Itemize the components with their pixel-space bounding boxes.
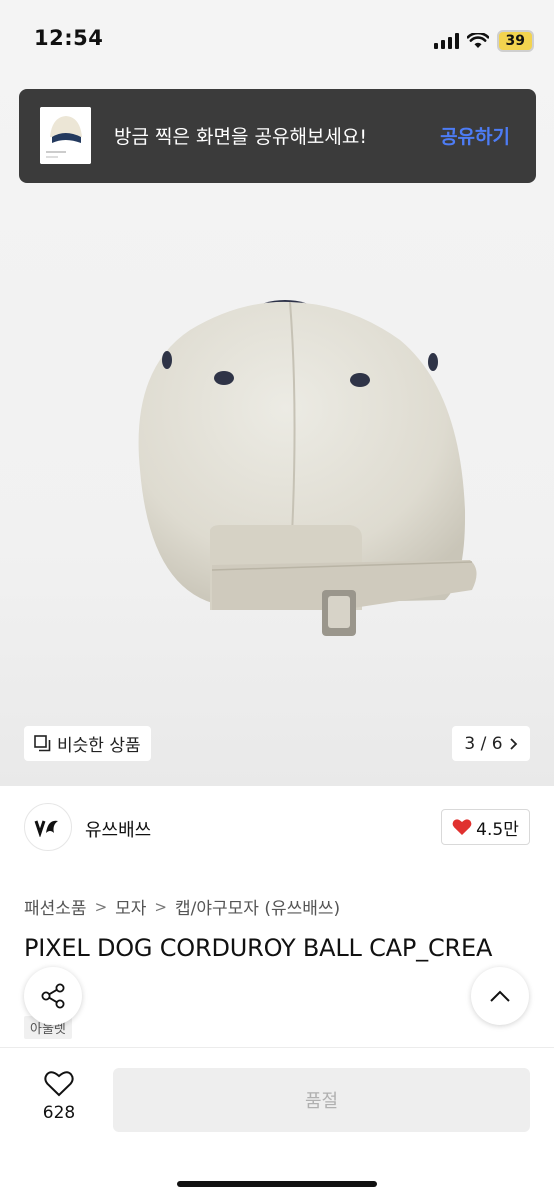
- seller-row: 유쓰배쓰 4.5만: [24, 803, 530, 851]
- product-image: [138, 300, 477, 636]
- status-bar: 12:54 39: [0, 0, 554, 80]
- product-gallery[interactable]: 12:54 39 방금 찍은 화면을 공유해보세요! 공유하기 비슷한 상품 3…: [0, 0, 554, 786]
- similar-products-label: 비슷한 상품: [57, 736, 141, 756]
- wish-button[interactable]: 628: [36, 1070, 82, 1123]
- chevron-right-icon: >: [94, 897, 108, 916]
- chevron-right-icon: >: [154, 897, 167, 916]
- heart-outline-icon: [44, 1071, 74, 1097]
- product-title: PIXEL DOG CORDUROY BALL CAP_CREA: [24, 934, 493, 962]
- status-time: 12:54: [34, 26, 104, 50]
- share-button[interactable]: [24, 967, 82, 1025]
- bottom-action-bar: 628 품절: [0, 1047, 554, 1200]
- seller-logo-icon: [34, 820, 58, 837]
- breadcrumb-item[interactable]: 캡/야구모자 (유쓰배쓰): [175, 894, 340, 919]
- seller-like-count: 4.5만: [476, 819, 519, 840]
- scroll-top-button[interactable]: [471, 967, 529, 1025]
- chevron-right-icon: [509, 737, 517, 750]
- status-indicators: 39: [433, 30, 534, 52]
- product-title-container: PIXEL DOG CORDUROY BALL CAP_CREA: [0, 930, 554, 970]
- share-now-button[interactable]: 공유하기: [440, 122, 510, 149]
- breadcrumb-item[interactable]: 모자: [115, 894, 146, 919]
- breadcrumb-item[interactable]: 패션소품: [24, 894, 87, 919]
- similar-products-button[interactable]: 비슷한 상품: [24, 726, 151, 761]
- wifi-icon: [466, 33, 489, 48]
- breadcrumb: 패션소품 > 모자 > 캡/야구모자 (유쓰배쓰): [24, 894, 340, 920]
- wish-count: 628: [42, 1103, 76, 1123]
- seller-like-button[interactable]: 4.5만: [441, 809, 530, 845]
- share-icon: [41, 983, 65, 1009]
- seller-avatar[interactable]: [24, 803, 72, 851]
- battery-indicator: 39: [496, 30, 534, 52]
- sold-out-button: 품절: [113, 1068, 530, 1132]
- screenshot-thumbnail: [40, 107, 91, 164]
- heart-icon: [452, 819, 472, 835]
- copy-icon: [34, 735, 51, 752]
- image-pager-button[interactable]: 3 / 6: [452, 726, 530, 761]
- signal-icon: [433, 33, 459, 49]
- share-banner-text: 방금 찍은 화면을 공유해보세요!: [114, 126, 367, 148]
- home-indicator: [177, 1181, 377, 1187]
- seller-name[interactable]: 유쓰배쓰: [85, 816, 151, 842]
- chevron-up-icon: [490, 990, 510, 1002]
- image-pager-count: 3 / 6: [464, 733, 503, 754]
- share-banner: 방금 찍은 화면을 공유해보세요! 공유하기: [19, 89, 536, 183]
